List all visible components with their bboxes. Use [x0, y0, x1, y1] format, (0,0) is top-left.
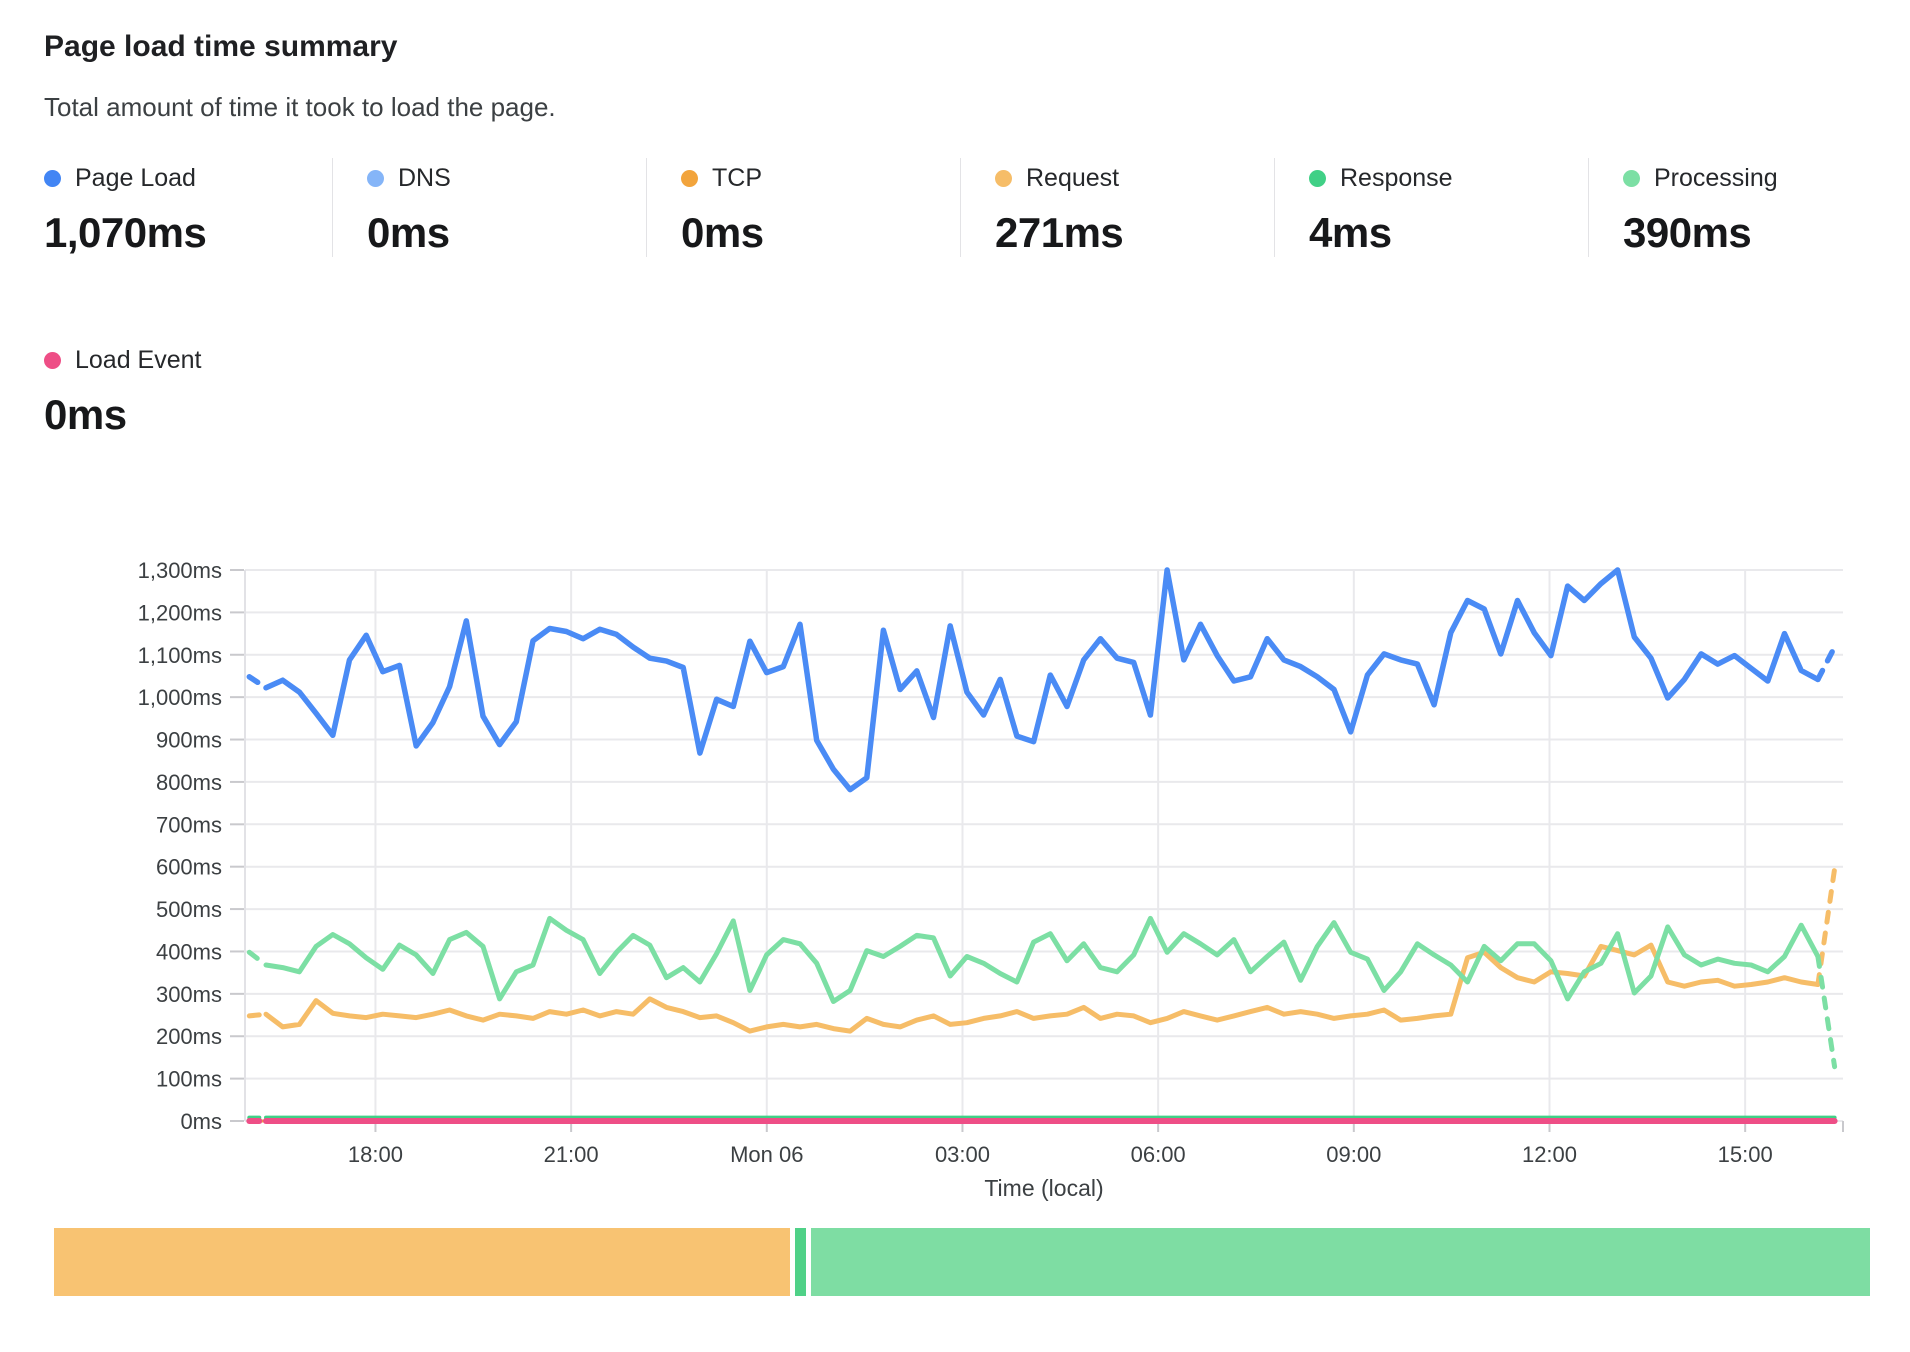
- bar-segment-processing[interactable]: [811, 1228, 1870, 1296]
- y-tick-label: 1,200ms: [138, 600, 222, 625]
- series-line-page-load[interactable]: [266, 570, 1818, 790]
- y-tick-label: 200ms: [156, 1024, 222, 1049]
- y-tick-label: 1,300ms: [138, 558, 222, 583]
- chart-gridlines: [245, 570, 1843, 1121]
- x-tick-label: 06:00: [1131, 1142, 1186, 1167]
- x-tick-label: 18:00: [348, 1142, 403, 1167]
- x-tick-label: 03:00: [935, 1142, 990, 1167]
- y-tick-label: 800ms: [156, 770, 222, 795]
- y-tick-label: 700ms: [156, 812, 222, 837]
- y-tick-label: 1,000ms: [138, 685, 222, 710]
- bar-segment-request[interactable]: [54, 1228, 790, 1296]
- y-tick-label: 300ms: [156, 982, 222, 1007]
- y-tick-label: 900ms: [156, 728, 222, 753]
- x-tick-label: 09:00: [1326, 1142, 1381, 1167]
- latest-check-breakdown-bar: [54, 1228, 1870, 1296]
- y-tick-label: 0ms: [180, 1109, 222, 1134]
- series-line-request[interactable]: [249, 1014, 266, 1016]
- y-tick-label: 600ms: [156, 855, 222, 880]
- series-line-page-load[interactable]: [249, 677, 266, 688]
- x-axis-title: Time (local): [984, 1175, 1103, 1201]
- x-tick-label: 21:00: [544, 1142, 599, 1167]
- y-tick-label: 400ms: [156, 939, 222, 964]
- x-tick-label: 12:00: [1522, 1142, 1577, 1167]
- x-tick-label: 15:00: [1718, 1142, 1773, 1167]
- y-tick-label: 100ms: [156, 1067, 222, 1092]
- series-line-processing[interactable]: [266, 918, 1818, 1001]
- x-tick-label: Mon 06: [730, 1142, 803, 1167]
- y-tick-label: 500ms: [156, 897, 222, 922]
- bar-segment-response[interactable]: [795, 1228, 806, 1296]
- load-time-line-chart[interactable]: 0ms 100ms 200ms 300ms 400ms 500ms 600ms 700ms 80…: [0, 0, 1910, 1352]
- series-line-page-load[interactable]: [1818, 647, 1835, 679]
- page-load-summary-panel: Page load time summary Total amount of t…: [0, 0, 1910, 1352]
- y-tick-label: 1,100ms: [138, 643, 222, 668]
- chart-series: [249, 570, 1834, 1121]
- series-line-processing[interactable]: [249, 952, 266, 965]
